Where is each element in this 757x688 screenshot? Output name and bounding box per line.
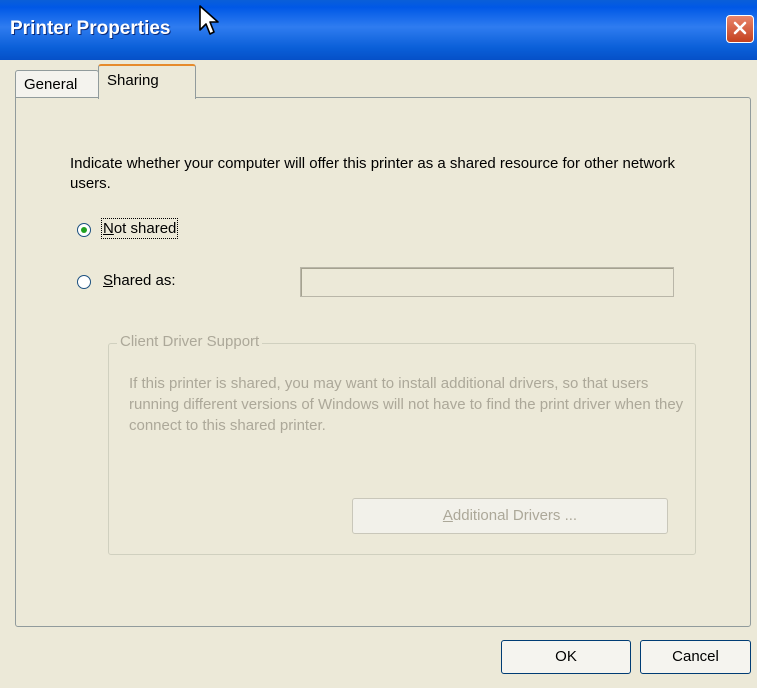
tab-sharing[interactable]: Sharing xyxy=(98,64,196,99)
title-bar[interactable]: Printer Properties xyxy=(0,0,757,60)
tab-general[interactable]: General xyxy=(15,70,99,97)
client-driver-support-description: If this printer is shared, you may want … xyxy=(129,375,684,434)
not-shared-radio[interactable] xyxy=(76,222,92,238)
not-shared-label[interactable]: Not shared xyxy=(100,218,179,239)
window-title: Printer Properties xyxy=(10,18,171,39)
close-icon xyxy=(732,20,748,39)
shared-as-rest: hared as: xyxy=(113,272,176,289)
additional-drivers-button[interactable]: Additional Drivers ... xyxy=(352,498,668,534)
sharing-description: Indicate whether your computer will offe… xyxy=(70,155,676,192)
shared-as-radio[interactable] xyxy=(76,274,92,290)
printer-properties-dialog: Printer Properties General Sharing Indic… xyxy=(0,0,757,688)
ok-button[interactable]: OK xyxy=(501,640,631,674)
shared-as-label[interactable]: Shared as: xyxy=(103,272,176,289)
tab-sharing-label: Sharing xyxy=(107,72,159,89)
not-shared-accel: N xyxy=(103,220,114,237)
share-name-input[interactable] xyxy=(300,267,674,297)
mouse-cursor-icon xyxy=(198,4,224,40)
tab-general-label: General xyxy=(24,76,78,93)
additional-drivers-accel: A xyxy=(442,507,453,524)
sharing-tab-panel: Indicate whether your computer will offe… xyxy=(15,97,751,627)
close-button[interactable] xyxy=(726,15,754,43)
not-shared-rest: ot shared xyxy=(113,220,177,237)
additional-drivers-rest: dditional Drivers ... xyxy=(452,507,578,524)
client-driver-support-legend: Client Driver Support xyxy=(117,333,263,350)
client-driver-support-group: Client Driver Support If this printer is… xyxy=(108,333,696,555)
cancel-button[interactable]: Cancel xyxy=(640,640,751,674)
shared-as-accel: S xyxy=(103,272,114,289)
